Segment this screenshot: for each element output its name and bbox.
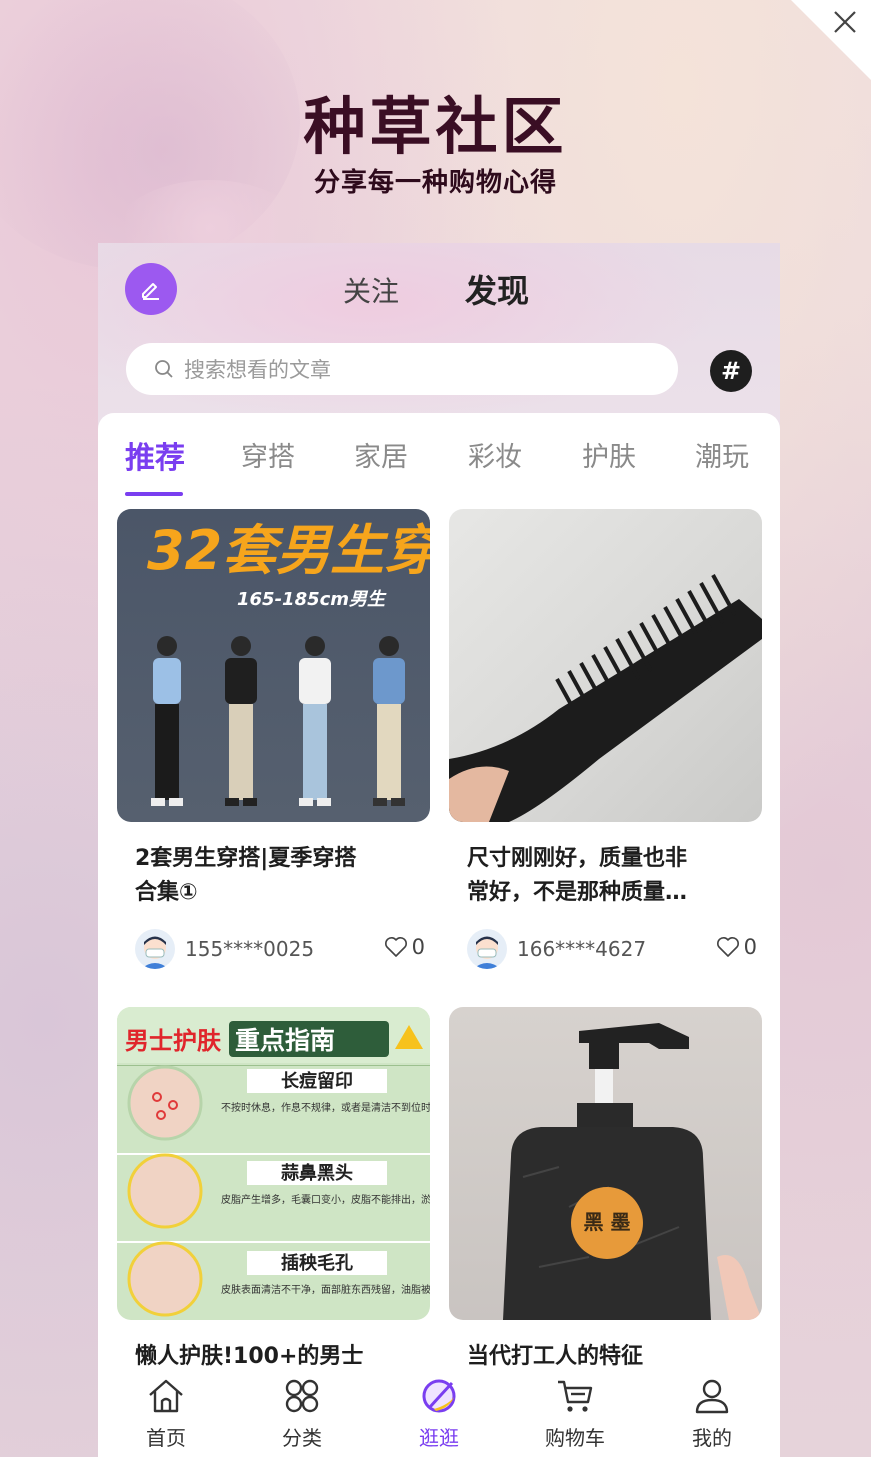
page-subtitle: 分享每一种购物心得 [313, 168, 557, 198]
close-button[interactable] [827, 4, 863, 40]
image-header-black: 重点指南 [235, 1026, 335, 1055]
profile-icon [662, 1370, 762, 1422]
post-title-line: 常好，不是那种质量… [467, 880, 688, 905]
post-meta: 166****4627 0 [467, 929, 757, 969]
post-image-bottle: 黑 墨 [449, 1007, 762, 1320]
explore-icon [389, 1370, 489, 1422]
like-count: 0 [743, 935, 757, 959]
post-title-line: 当代打工人的特征 [467, 1344, 644, 1369]
post-title: 懒人护肤!100+的男士 [135, 1340, 425, 1374]
post-title-line: 2套男生穿搭|夏季穿搭 [135, 846, 357, 871]
image-text-32: 32套男生穿 [147, 519, 430, 582]
active-tab-underline [125, 492, 183, 496]
models-illustration [151, 636, 405, 806]
category-tab-outfit[interactable]: 穿搭 [241, 435, 295, 474]
like-count: 0 [411, 935, 425, 959]
username[interactable]: 166****4627 [517, 937, 646, 961]
post-meta: 155****0025 0 [135, 929, 425, 969]
like-button[interactable]: 0 [384, 935, 425, 959]
post-title: 当代打工人的特征 [467, 1340, 757, 1374]
image-text-sub: 165-185cm男生 [237, 589, 387, 610]
image-section-body: 皮肤表面清洁不干净，面部脏东西残留，油脂被堵塞在毛孔里 [221, 1283, 430, 1296]
post-image-skincare: 男士护肤 重点指南 长痘留印 不按时休息，作息不规律，或者是清洁不到位时，早上面… [117, 1007, 430, 1320]
avatar[interactable] [467, 929, 507, 969]
page-title: 种草社区 [303, 90, 568, 163]
skincare-sections: 长痘留印 不按时休息，作息不规律，或者是清洁不到位时，早上面部出油爆痘。 蒜鼻黑… [117, 1065, 430, 1317]
post-title: 2套男生穿搭|夏季穿搭 合集① [135, 842, 425, 910]
category-icon [252, 1370, 352, 1422]
bottle-label: 黑 墨 [584, 1210, 631, 1234]
image-section-body: 不按时休息，作息不规律，或者是清洁不到位时，早上面部出油爆痘。 [221, 1101, 430, 1114]
search-icon [152, 357, 176, 381]
nav-home[interactable]: 首页 [116, 1370, 216, 1451]
cart-icon [525, 1370, 625, 1422]
category-tab-makeup[interactable]: 彩妆 [468, 435, 522, 474]
nav-label: 购物车 [545, 1426, 605, 1450]
username[interactable]: 155****0025 [185, 937, 314, 961]
edit-post-button[interactable] [125, 263, 177, 315]
nav-label: 首页 [146, 1426, 186, 1450]
category-tab-skincare[interactable]: 护肤 [582, 435, 636, 474]
tab-follow[interactable]: 关注 [343, 270, 399, 310]
post-title-line: 尺寸刚刚好，质量也非 [467, 846, 688, 871]
nav-label: 我的 [692, 1426, 732, 1450]
image-header-red: 男士护肤 [125, 1027, 222, 1055]
home-icon [116, 1370, 216, 1422]
comb-illustration [449, 574, 762, 822]
post-title-line: 合集① [135, 880, 198, 905]
heart-icon [716, 937, 739, 957]
post-title: 尺寸刚刚好，质量也非 常好，不是那种质量… [467, 842, 757, 910]
image-section-head: 蒜鼻黑头 [281, 1162, 353, 1184]
bottom-nav: 首页 分类 逛逛 购物车 我的 [98, 1370, 780, 1457]
close-icon [834, 11, 856, 33]
category-tab-home[interactable]: 家居 [354, 435, 408, 474]
search-placeholder: 搜索想看的文章 [184, 358, 331, 382]
category-tab-toys[interactable]: 潮玩 [695, 435, 749, 474]
search-input[interactable]: 搜索想看的文章 [126, 343, 678, 395]
topic-button[interactable]: # [710, 350, 752, 392]
image-section-head: 长痘留印 [281, 1070, 353, 1092]
nav-explore[interactable]: 逛逛 [389, 1370, 489, 1451]
content-panel: 推荐 穿搭 家居 彩妆 护肤 潮玩 32套男生穿 165-185cm男生 2套男… [98, 413, 780, 1457]
nav-category[interactable]: 分类 [252, 1370, 352, 1451]
nav-label: 逛逛 [419, 1426, 459, 1450]
post-image-outfit: 32套男生穿 165-185cm男生 [117, 509, 430, 822]
avatar[interactable] [135, 929, 175, 969]
post-title-line: 懒人护肤!100+的男士 [135, 1344, 364, 1369]
post-image-comb [449, 509, 762, 822]
bottle-illustration: 黑 墨 [503, 1023, 762, 1320]
nav-cart[interactable]: 购物车 [525, 1370, 625, 1451]
like-button[interactable]: 0 [716, 935, 757, 959]
nav-label: 分类 [282, 1426, 322, 1450]
tab-discover[interactable]: 发现 [465, 266, 529, 312]
nav-profile[interactable]: 我的 [662, 1370, 762, 1451]
image-section-body: 皮脂产生增多，毛囊口变小，皮脂不能排出，淤积在毛囊口，形成黑头。 [221, 1193, 430, 1206]
image-section-head: 插秧毛孔 [281, 1252, 353, 1274]
heart-icon [384, 937, 407, 957]
pencil-icon [142, 283, 159, 300]
category-tab-recommend[interactable]: 推荐 [125, 433, 185, 477]
category-tabs: 推荐 穿搭 家居 彩妆 护肤 潮玩 [98, 433, 780, 496]
hash-icon: # [720, 357, 742, 385]
